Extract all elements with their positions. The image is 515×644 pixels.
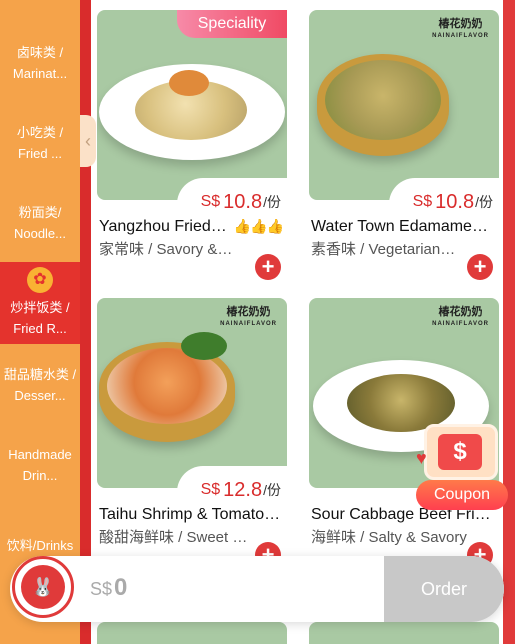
product-image: 椿花奶奶 NAINAIFLAVOR <box>309 10 499 200</box>
add-to-cart-button[interactable]: + <box>467 254 493 280</box>
speciality-badge: Speciality <box>177 10 287 38</box>
sidebar-item-marinated[interactable]: 卤味类 / Marinat... <box>0 28 80 98</box>
price-value: 10.8 <box>435 191 475 213</box>
chevron-left-icon: ‹ <box>85 130 91 151</box>
sidebar-item-handmade-drinks[interactable]: Handmade Drin... <box>0 430 80 500</box>
coupon-widget[interactable]: $ ♥ Coupon <box>416 424 508 512</box>
price-value: 10.8 <box>223 191 263 213</box>
price-unit: /份 <box>475 194 493 210</box>
brand-logo: 椿花奶奶 NAINAIFLAVOR <box>432 18 489 39</box>
sidebar-item-fried-rice[interactable]: ✿ 炒拌饭类 / Fried R... <box>0 262 80 344</box>
price-value: 12.8 <box>223 479 263 501</box>
product-description: 酸甜海鲜味 / Sweet &… <box>99 529 249 546</box>
cart-button[interactable]: 🐰 <box>12 556 74 618</box>
product-description: 家常味 / Savory &… <box>99 241 233 258</box>
next-product-image <box>309 622 499 644</box>
heart-icon: ♥ <box>416 448 427 468</box>
plate <box>99 64 285 160</box>
brand-logo: 椿花奶奶 NAINAIFLAVOR <box>432 306 489 327</box>
add-to-cart-button[interactable]: + <box>255 254 281 280</box>
cart-amount: 0 <box>114 574 128 601</box>
sidebar-item-noodles[interactable]: 粉面类/ Noodle... <box>0 188 80 258</box>
sidebar-item-label: Handmade <box>8 447 72 462</box>
sidebar-item-label: Fried ... <box>17 146 63 161</box>
product-image: 椿花奶奶 NAINAIFLAVOR <box>97 298 287 488</box>
price-tag: S$ 10.8 /份 <box>388 178 499 216</box>
product-name: Water Town Edamame,… <box>311 218 491 235</box>
product-name: Taihu Shrimp & Tomato… <box>99 506 281 523</box>
sidebar-item-label: 炒拌饭类 / <box>10 300 70 315</box>
plus-icon: + <box>473 254 487 279</box>
cart-currency: S$ <box>90 579 113 599</box>
thumbs-up-icon: 👍👍👍 <box>233 218 284 234</box>
product-description: 素香味 / Vegetarian… <box>311 241 456 258</box>
coupon-button[interactable]: Coupon <box>416 480 508 510</box>
product-description: 海鲜味 / Salty & Savory <box>311 529 467 546</box>
sidebar-item-desserts[interactable]: 甜品糖水类 / Desser... <box>0 350 80 420</box>
sidebar-divider <box>80 0 91 644</box>
sidebar-item-label: Fried R... <box>13 321 67 336</box>
price-unit: /份 <box>263 482 281 498</box>
order-button[interactable]: Order <box>384 556 504 622</box>
price-currency: S$ <box>412 193 433 210</box>
price-currency: S$ <box>200 481 221 498</box>
sidebar-item-label: 饮料/Drinks <box>6 537 74 553</box>
bowl <box>99 332 235 442</box>
next-product-image <box>97 622 287 644</box>
product-image <box>97 10 287 200</box>
sidebar-item-fried[interactable]: 小吃类 / Fried ... <box>0 108 80 178</box>
price-tag: S$ 12.8 /份 <box>176 466 287 504</box>
bowl <box>317 54 449 156</box>
price-tag: S$ 10.8 /份 <box>176 178 287 216</box>
sidebar-item-label: Noodle... <box>13 226 67 241</box>
sidebar-item-label: 甜品糖水类 / <box>3 367 77 382</box>
sidebar-item-label: 卤味类 / <box>16 45 64 60</box>
right-edge <box>503 0 515 644</box>
sidebar-item-label: 小吃类 / <box>16 125 64 140</box>
brand-logo: 椿花奶奶 NAINAIFLAVOR <box>220 306 277 327</box>
plus-icon: + <box>261 254 275 279</box>
sidebar-collapse-button[interactable]: ‹ <box>80 115 96 167</box>
sidebar-item-label: 粉面类/ <box>18 205 62 220</box>
flower-icon: ✿ <box>27 267 53 293</box>
sidebar-item-label: Drin... <box>22 468 58 483</box>
product-name: Yangzhou Fried… <box>99 218 227 235</box>
category-sidebar: 卤味类 / Marinat... 小吃类 / Fried ... 粉面类/ No… <box>0 0 80 644</box>
price-currency: S$ <box>200 193 221 210</box>
price-unit: /份 <box>263 194 281 210</box>
cart-total: S$ 0 <box>90 574 127 602</box>
sidebar-item-drinks[interactable]: 饮料/Drinks <box>0 532 80 558</box>
sidebar-item-label: Marinat... <box>12 66 68 81</box>
sidebar-item-label: Desser... <box>14 388 66 403</box>
cart-bar: S$ 0 Order <box>10 556 504 622</box>
dollar-icon: $ <box>438 434 482 470</box>
brand-logo-icon: 🐰 <box>21 565 65 609</box>
